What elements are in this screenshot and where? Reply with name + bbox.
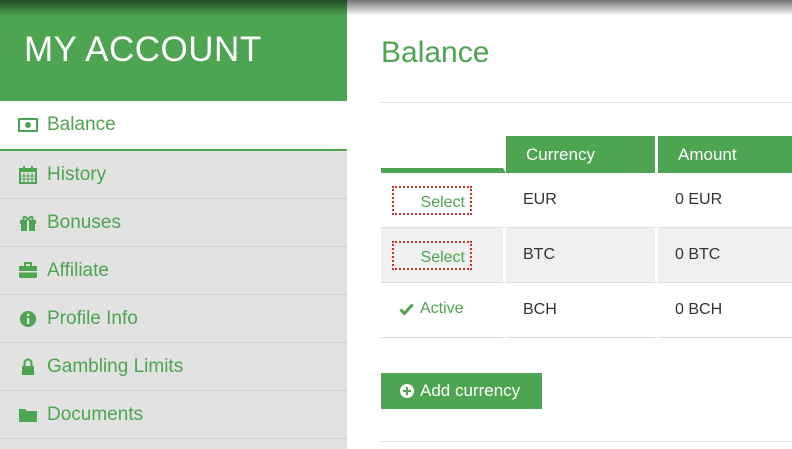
currency-cell: EUR — [506, 173, 658, 228]
plus-circle-icon — [400, 384, 414, 398]
sidebar-item-profile-info[interactable]: Profile Info — [0, 295, 347, 343]
sidebar-item-balance[interactable]: Balance — [0, 101, 347, 151]
active-label: Active — [420, 300, 464, 317]
column-header-currency: Currency — [506, 136, 658, 173]
sidebar-item-label: Affiliate — [47, 259, 109, 281]
select-button[interactable]: Select — [392, 185, 472, 215]
select-button[interactable]: Select — [392, 240, 472, 270]
check-icon — [399, 303, 414, 315]
divider — [381, 102, 792, 103]
sidebar-item-history[interactable]: History — [0, 151, 347, 199]
active-status: Active — [399, 300, 464, 318]
sidebar: MY ACCOUNT Balance History Bonuses Affil… — [0, 0, 347, 449]
folder-icon — [18, 405, 38, 425]
sidebar-title: MY ACCOUNT — [24, 29, 262, 69]
table-row: Select BTC 0 BTC — [381, 228, 792, 283]
currency-cell: BTC — [506, 228, 658, 283]
amount-cell: 0 BTC — [658, 228, 792, 283]
balance-table: Currency Amount Select EUR 0 EUR Select … — [381, 136, 792, 338]
sidebar-item-label: Profile Info — [47, 307, 138, 329]
amount-cell: 0 BCH — [658, 283, 792, 338]
add-currency-button[interactable]: Add currency — [381, 373, 542, 409]
money-icon — [18, 115, 38, 135]
table-header-row: Currency Amount — [381, 136, 792, 173]
calendar-icon — [18, 165, 38, 185]
add-currency-label: Add currency — [420, 381, 521, 400]
main-content: Balance Currency Amount Select EUR 0 EUR… — [347, 0, 792, 449]
sidebar-item-label: Documents — [47, 403, 144, 425]
currency-cell: BCH — [506, 283, 658, 338]
column-header-action — [381, 136, 506, 173]
action-cell: Active — [381, 283, 506, 338]
sidebar-item-label: Bonuses — [47, 211, 121, 233]
action-cell: Select — [381, 228, 506, 283]
sidebar-item-documents[interactable]: Documents — [0, 391, 347, 439]
table-row: Select EUR 0 EUR — [381, 173, 792, 228]
sidebar-item-affiliate[interactable]: Affiliate — [0, 247, 347, 295]
sidebar-header: MY ACCOUNT — [0, 0, 347, 101]
page-title: Balance — [381, 36, 490, 69]
info-icon — [18, 309, 38, 329]
divider — [381, 441, 792, 442]
sidebar-item-label: Balance — [47, 114, 116, 135]
sidebar-item-gambling-limits[interactable]: Gambling Limits — [0, 343, 347, 391]
table-row: Active BCH 0 BCH — [381, 283, 792, 338]
lock-icon — [18, 357, 38, 377]
column-header-amount: Amount — [658, 136, 792, 173]
amount-cell: 0 EUR — [658, 173, 792, 228]
briefcase-icon — [18, 261, 38, 281]
action-cell: Select — [381, 173, 506, 228]
sidebar-item-label: History — [47, 163, 107, 185]
sidebar-item-bonuses[interactable]: Bonuses — [0, 199, 347, 247]
sidebar-item-label: Gambling Limits — [47, 355, 184, 377]
gift-icon — [18, 213, 38, 233]
